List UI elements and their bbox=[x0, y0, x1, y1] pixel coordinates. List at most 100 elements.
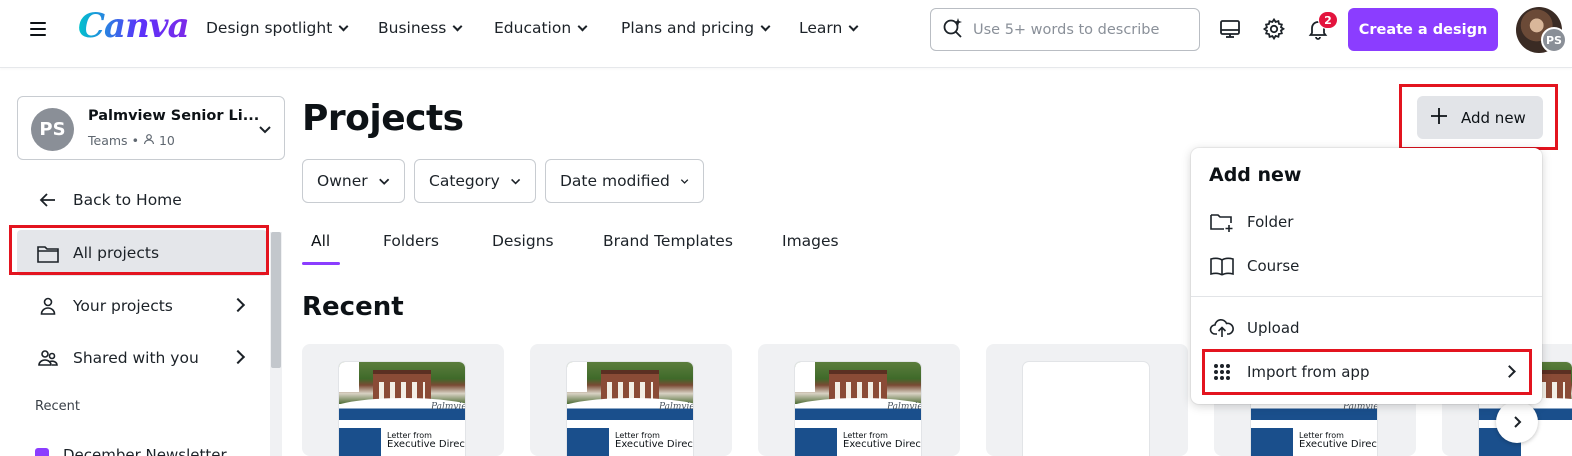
magic-search-icon bbox=[941, 16, 965, 44]
team-avatar: PS bbox=[31, 108, 74, 151]
active-tab-indicator bbox=[302, 262, 340, 265]
thumb-heading: Letter fromExecutive Director bbox=[1299, 431, 1377, 450]
design-card[interactable]: Palmview Letter fromExecutive Director bbox=[530, 344, 732, 456]
team-avatar-badge: PS bbox=[1541, 27, 1567, 53]
chevron-right-icon bbox=[1514, 416, 1522, 428]
menu-item-folder[interactable]: Folder bbox=[1191, 202, 1542, 242]
thumb-heading-large: Executive Director bbox=[843, 439, 921, 450]
canva-logo[interactable]: Canva bbox=[78, 6, 190, 46]
design-thumbnail: Palmview Letter fromExecutive Director bbox=[339, 362, 465, 456]
menu-title: Add new bbox=[1209, 164, 1302, 186]
member-icon bbox=[143, 133, 155, 148]
folder-icon bbox=[35, 241, 61, 265]
carousel-next-button[interactable] bbox=[1496, 401, 1538, 443]
sidebar-item-label: Your projects bbox=[73, 297, 173, 315]
recent-section-title: Recent bbox=[302, 292, 404, 322]
menu-item-label: Course bbox=[1247, 257, 1300, 275]
desktop-app-icon[interactable] bbox=[1214, 13, 1246, 45]
people-icon bbox=[35, 346, 61, 370]
folder-plus-icon bbox=[1209, 210, 1235, 234]
nav-business[interactable]: Business bbox=[378, 19, 463, 37]
chevron-down-icon bbox=[338, 21, 349, 31]
notification-count-badge: 2 bbox=[1318, 11, 1338, 29]
tab-folders[interactable]: Folders bbox=[383, 232, 439, 250]
chevron-down-icon bbox=[452, 21, 463, 31]
sidebar-item-your-projects[interactable]: Your projects bbox=[17, 283, 267, 329]
tab-images[interactable]: Images bbox=[782, 232, 839, 250]
back-to-home-link[interactable]: Back to Home bbox=[17, 177, 267, 223]
add-new-button[interactable]: Add new bbox=[1417, 96, 1543, 139]
menu-item-label: Folder bbox=[1247, 213, 1294, 231]
create-design-button[interactable]: Create a design bbox=[1348, 8, 1498, 51]
design-icon bbox=[35, 448, 49, 456]
search-box[interactable] bbox=[930, 8, 1200, 51]
design-card[interactable] bbox=[986, 344, 1188, 456]
apps-grid-icon bbox=[1209, 360, 1235, 384]
design-thumbnail bbox=[1023, 362, 1149, 456]
sidebar-item-shared-with-you[interactable]: Shared with you bbox=[17, 335, 267, 381]
design-thumbnail: Palmview Letter fromExecutive Director bbox=[795, 362, 921, 456]
sidebar-recent-item[interactable]: December Newsletter bbox=[35, 446, 227, 456]
thumb-script-text: Palmview bbox=[659, 402, 693, 412]
search-input[interactable] bbox=[973, 21, 1173, 38]
filter-label: Owner bbox=[317, 172, 368, 190]
nav-label: Design spotlight bbox=[206, 19, 333, 37]
nav-learn[interactable]: Learn bbox=[799, 19, 859, 37]
cloud-upload-icon bbox=[1209, 316, 1235, 340]
thumb-script-text: Palmview bbox=[887, 402, 921, 412]
chevron-down-icon bbox=[510, 178, 520, 185]
design-card[interactable]: Palmview Letter fromExecutive Director bbox=[758, 344, 960, 456]
chevron-down-icon bbox=[378, 178, 389, 185]
menu-item-upload[interactable]: Upload bbox=[1191, 308, 1542, 348]
person-icon bbox=[35, 294, 61, 318]
team-member-count: 10 bbox=[158, 133, 175, 148]
filter-label: Date modified bbox=[560, 172, 670, 190]
tab-all[interactable]: All bbox=[311, 232, 330, 250]
menu-item-import-from-app[interactable]: Import from app bbox=[1191, 352, 1542, 392]
thumb-heading: Letter fromExecutive Director bbox=[387, 431, 465, 450]
team-switcher[interactable]: PS Palmview Senior Li... Teams • 10 bbox=[17, 96, 285, 160]
menu-icon[interactable] bbox=[26, 18, 50, 42]
settings-gear-icon[interactable] bbox=[1258, 13, 1290, 45]
open-book-icon bbox=[1209, 254, 1235, 278]
nav-education[interactable]: Education bbox=[494, 19, 588, 37]
back-label: Back to Home bbox=[73, 191, 182, 209]
menu-item-label: Import from app bbox=[1247, 363, 1370, 381]
add-new-dropdown-menu: Add new Folder Course Upload Import from… bbox=[1191, 148, 1542, 404]
tab-designs[interactable]: Designs bbox=[492, 232, 554, 250]
arrow-left-icon bbox=[35, 188, 61, 212]
sidebar-item-label: All projects bbox=[73, 244, 160, 262]
filter-owner[interactable]: Owner bbox=[302, 159, 405, 203]
nav-design-spotlight[interactable]: Design spotlight bbox=[206, 19, 349, 37]
thumb-script-text: Palmview bbox=[431, 402, 465, 412]
filter-label: Category bbox=[429, 172, 500, 190]
chevron-right-icon bbox=[230, 297, 246, 313]
menu-divider bbox=[1191, 296, 1542, 297]
team-type: Teams bbox=[88, 133, 128, 148]
chevron-down-icon bbox=[848, 21, 859, 31]
sidebar-item-all-projects[interactable]: All projects bbox=[17, 230, 267, 276]
menu-item-label: Upload bbox=[1247, 319, 1300, 337]
thumb-heading: Letter fromExecutive Director bbox=[843, 431, 921, 450]
thumb-heading-large: Executive Director bbox=[615, 439, 693, 450]
nav-label: Plans and pricing bbox=[621, 19, 755, 37]
menu-item-course[interactable]: Course bbox=[1191, 246, 1542, 286]
filter-date-modified[interactable]: Date modified bbox=[545, 159, 704, 203]
plus-icon bbox=[1429, 106, 1449, 130]
nav-label: Learn bbox=[799, 19, 843, 37]
chevron-down-icon bbox=[258, 121, 272, 140]
nav-label: Education bbox=[494, 19, 572, 37]
chevron-down-icon bbox=[760, 21, 771, 31]
thumb-heading-large: Executive Director bbox=[387, 439, 465, 450]
sidebar-item-label: Shared with you bbox=[73, 349, 199, 367]
team-name: Palmview Senior Li... bbox=[88, 108, 260, 124]
tab-brand-templates[interactable]: Brand Templates bbox=[603, 232, 733, 250]
sidebar-scrollbar-thumb[interactable] bbox=[271, 232, 281, 368]
nav-plans-and-pricing[interactable]: Plans and pricing bbox=[621, 19, 771, 37]
top-navigation-bar: Canva Design spotlight Business Educatio… bbox=[0, 0, 1572, 68]
filter-category[interactable]: Category bbox=[414, 159, 536, 203]
page-title: Projects bbox=[302, 98, 464, 139]
recent-item-label: December Newsletter bbox=[63, 446, 227, 456]
team-meta: Teams • 10 bbox=[88, 133, 175, 148]
design-card[interactable]: Palmview Letter fromExecutive Director bbox=[302, 344, 504, 456]
